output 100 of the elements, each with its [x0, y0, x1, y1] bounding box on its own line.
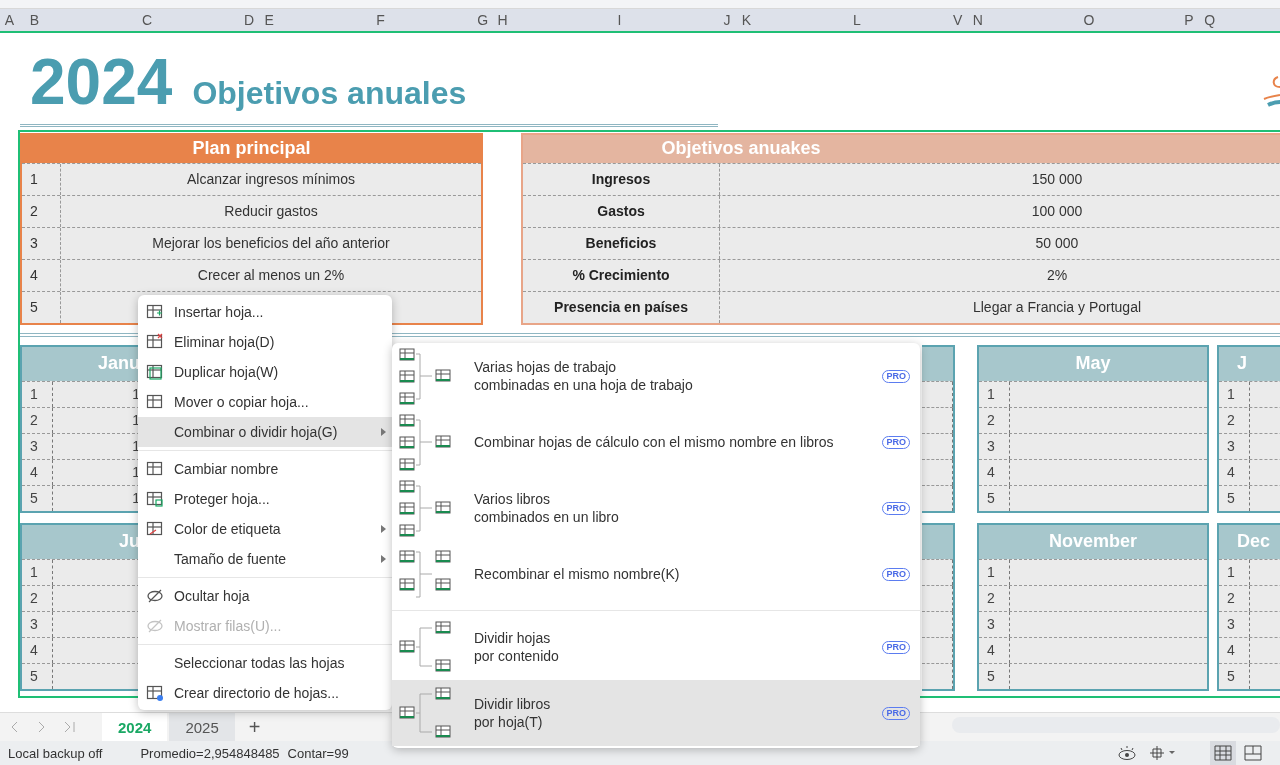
average-value: Promedio=2,954848485 [140, 745, 280, 761]
row-number: 2 [979, 407, 1010, 433]
submenu-item[interactable]: Varias hojas de trabajo combinadas en una hoja de trabajo PRO [392, 343, 920, 409]
menu-item[interactable]: Duplicar hoja(W) [138, 357, 392, 387]
column-header[interactable]: F [376, 11, 385, 28]
column-header[interactable]: I [617, 11, 622, 28]
table-cell-text: Alcanzar ingresos mínimos [185, 170, 357, 190]
row-number: 2 [22, 407, 53, 433]
row-number: 4 [1219, 459, 1250, 485]
table-header: Objetivos anuakes [523, 134, 1280, 163]
title-year: 2024 [30, 46, 173, 117]
menu-item[interactable]: Mover o copiar hoja... [138, 387, 392, 417]
row-number: 3 [22, 611, 53, 637]
menu-item[interactable]: Ocultar hoja [138, 581, 392, 611]
column-header[interactable]: C [141, 11, 153, 28]
month-title: November [1049, 531, 1137, 553]
table-cell-text: 150 000 [1030, 170, 1084, 190]
table-header: Plan principal [22, 134, 481, 163]
chevron-right-icon[interactable] [38, 721, 46, 733]
month-title: Janu [98, 353, 140, 375]
menu-item[interactable]: Seleccionar todas las hojas [138, 648, 392, 678]
row-number: 5 [979, 663, 1010, 689]
table-cell-text: Mejorar los beneficios del año anterior [151, 234, 391, 254]
row-label: Beneficios [523, 227, 720, 259]
backup-status: Local backup off [8, 745, 103, 761]
row-number: 1 [22, 381, 53, 407]
sheet-x-icon [146, 333, 164, 351]
row-number: 3 [1219, 611, 1250, 637]
table-cell-text: Crecer al menos un 2% [196, 266, 346, 286]
row-number: 5 [1219, 663, 1250, 689]
row-number: 5 [22, 485, 53, 511]
row-label: % Crecimiento [523, 259, 720, 291]
menu-item[interactable]: Eliminar hoja(D) [138, 327, 392, 357]
month-title: May [1075, 353, 1111, 375]
row-number: 1 [1219, 559, 1250, 585]
normal-view-button[interactable] [1210, 741, 1236, 765]
submenu-item[interactable]: Combinar hojas de cálculo con el mismo nombre en libros PRO [392, 409, 920, 475]
last-sheet-icon[interactable] [64, 721, 76, 733]
row-number: 1 [979, 559, 1010, 585]
menu-item[interactable]: Color de etiqueta [138, 514, 392, 544]
page-title: Objetivos anuales [192, 74, 467, 112]
row-number: 1 [22, 163, 61, 195]
menu-item[interactable]: Crear directorio de hojas... [138, 678, 392, 708]
row-number: 3 [22, 227, 61, 259]
submenu-item[interactable]: Dividir hojas por contenido PRO [392, 614, 920, 680]
row-number: 4 [22, 637, 53, 663]
chevron-left-icon[interactable] [10, 721, 18, 733]
submenu-item[interactable]: Recombinar el mismo nombre(K) PRO [392, 541, 920, 607]
color-table-icon [146, 520, 164, 538]
column-header[interactable]: J [723, 11, 731, 28]
column-header[interactable]: E [264, 11, 274, 28]
column-header[interactable]: H [497, 11, 508, 28]
menu-item[interactable]: Insertar hoja... [138, 297, 392, 327]
menu-item[interactable]: Proteger hoja... [138, 484, 392, 514]
row-number: 3 [979, 611, 1010, 637]
column-header[interactable]: O [1083, 11, 1095, 28]
row-number: 5 [1219, 485, 1250, 511]
row-label: Ingresos [523, 163, 720, 195]
table-cell-text: 100 000 [1030, 202, 1084, 222]
add-sheet-button[interactable]: + [242, 714, 267, 740]
row-label: Gastos [523, 195, 720, 227]
row-number: 5 [22, 291, 61, 323]
row-number: 1 [22, 559, 53, 585]
row-number: 4 [22, 259, 61, 291]
row-number: 4 [979, 637, 1010, 663]
menu-item[interactable]: Cambiar nombre [138, 454, 392, 484]
column-header[interactable]: Q [1204, 11, 1216, 28]
row-number: 2 [979, 585, 1010, 611]
logo-drawing [1262, 74, 1280, 109]
column-header[interactable]: D [244, 11, 255, 28]
row-number: 2 [22, 585, 53, 611]
row-number: 5 [979, 485, 1010, 511]
column-header[interactable]: G [477, 11, 488, 28]
table-cell-text: Reducir gastos [223, 202, 319, 222]
month-header [922, 346, 953, 381]
sheet-tab[interactable]: 2025 [169, 713, 235, 741]
column-header[interactable]: B [29, 11, 40, 28]
menu-item[interactable]: Tamaño de fuente [138, 544, 392, 574]
row-label: Presencia en países [523, 291, 720, 323]
menu-item[interactable]: Combinar o dividir hoja(G) [138, 417, 392, 447]
submenu-item[interactable]: Varios libros combinados en un libro PRO [392, 475, 920, 541]
column-header[interactable]: V [953, 11, 963, 28]
column-header[interactable]: K [741, 11, 752, 28]
table-plus-icon [146, 303, 164, 321]
table-cell-text: 2% [1045, 266, 1069, 286]
column-header[interactable]: A [4, 11, 15, 28]
column-header[interactable]: N [972, 11, 983, 28]
column-header[interactable]: P [1184, 11, 1194, 28]
count-value: Contar=99 [287, 745, 349, 761]
table-cell-text: Llegar a Francia y Portugal [971, 298, 1143, 318]
row-number: 1 [1219, 381, 1250, 407]
month-title: J [1237, 353, 1247, 375]
row-number: 3 [1219, 433, 1250, 459]
row-number: 2 [22, 195, 61, 227]
column-header[interactable]: L [853, 11, 861, 28]
row-number: 2 [1219, 407, 1250, 433]
row-number: 3 [22, 433, 53, 459]
row-number: 1 [979, 381, 1010, 407]
submenu-item[interactable]: Dividir libros por hoja(T) PRO [392, 680, 920, 746]
month-header [922, 524, 953, 559]
